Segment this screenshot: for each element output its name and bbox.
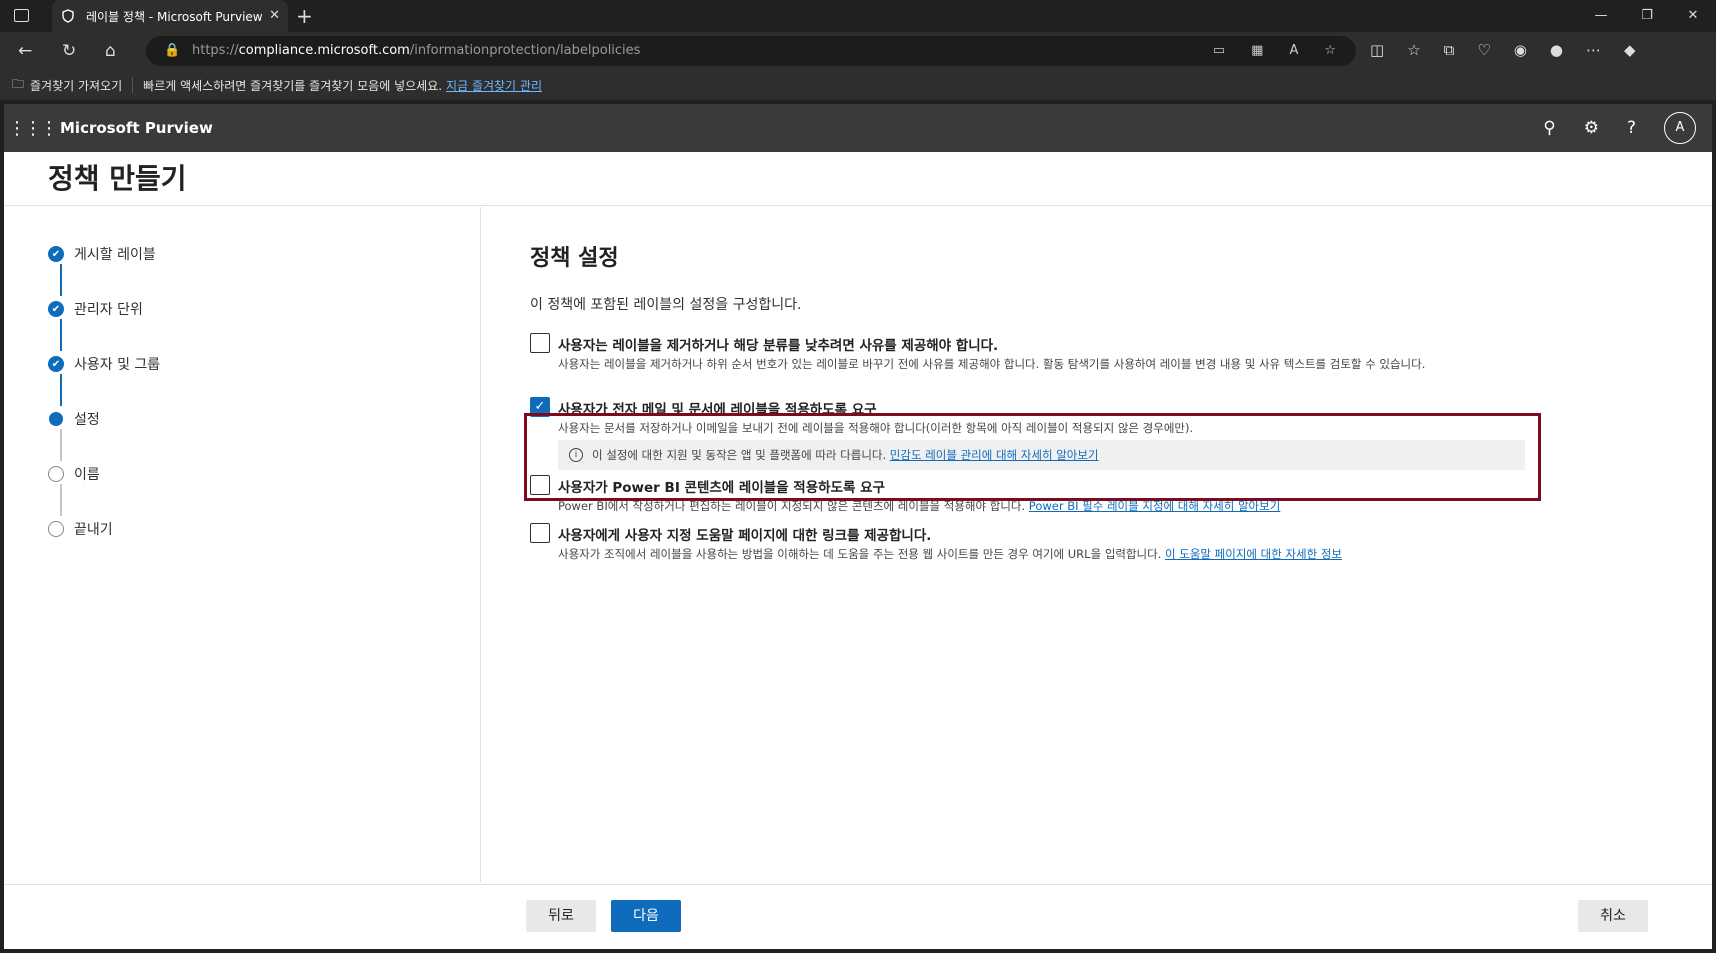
copilot-icon[interactable]: ◆ — [1624, 41, 1636, 59]
app-launcher-icon[interactable]: ⋮⋮⋮ — [4, 118, 60, 139]
current-step-dot-icon — [49, 412, 63, 426]
section-description: 이 정책에 포함된 레이블의 설정을 구성합니다. — [530, 297, 802, 313]
split-screen-icon[interactable]: ◫ — [1370, 41, 1384, 59]
refresh-icon[interactable]: ↻ — [62, 41, 76, 61]
step-users-groups[interactable]: ✔ 사용자 및 그룹 — [48, 354, 160, 374]
settings-gear-icon[interactable]: ⚙ — [1584, 118, 1599, 138]
step-label: 끝내기 — [74, 522, 113, 538]
wizard-stepper: ✔ 게시할 레이블 ✔ 관리자 단위 ✔ 사용자 및 그룹 설정 이름 끝내기 — [4, 207, 481, 882]
url-prefix: https:// — [192, 43, 239, 58]
tab-actions-icon[interactable] — [14, 9, 29, 22]
browser-tab[interactable]: 레이블 정책 - Microsoft Purview ✕ — [52, 0, 288, 32]
checkmark-icon: ✔ — [48, 246, 64, 262]
option-description-text: 사용자가 조직에서 레이블을 사용하는 방법을 이해하는 데 도움을 주는 전용… — [558, 547, 1162, 561]
step-connector — [60, 374, 62, 406]
community-icon[interactable]: ⚲ — [1543, 118, 1555, 138]
url-path: /informationprotection/labelpolicies — [409, 43, 641, 58]
favorite-star-icon[interactable]: ☆ — [1324, 36, 1336, 66]
collections-icon[interactable]: ⧉ — [1444, 41, 1455, 59]
restore-icon[interactable]: ❐ — [1624, 0, 1670, 32]
browser-essentials-icon[interactable]: ♡ — [1477, 41, 1490, 59]
home-icon[interactable]: ⌂ — [105, 41, 116, 61]
profile-icon[interactable]: ● — [1550, 41, 1563, 59]
justify-removal-checkbox[interactable] — [530, 333, 550, 353]
highlight-box — [524, 413, 1541, 501]
folder-icon: 🗀 — [12, 76, 25, 91]
wizard-footer: 뒤로 다음 취소 — [4, 884, 1712, 949]
bookmarks-hint: 빠르게 액세스하려면 즐겨찾기를 즐겨찾기 모음에 넣으세요. — [143, 78, 443, 93]
brand-name[interactable]: Microsoft Purview — [60, 119, 213, 137]
more-options-icon[interactable]: ⋯ — [1586, 41, 1601, 59]
divider — [132, 77, 134, 93]
page-title: 정책 만들기 — [4, 152, 1712, 206]
step-connector — [60, 429, 62, 461]
next-button[interactable]: 다음 — [611, 900, 681, 932]
back-arrow-icon[interactable]: ← — [18, 41, 32, 61]
option-description: 사용자가 조직에서 레이블을 사용하는 방법을 이해하는 데 도움을 주는 전용… — [558, 546, 1342, 563]
option-title: 사용자에게 사용자 지정 도움말 페이지에 대한 링크를 제공합니다. — [558, 528, 932, 544]
option-title: 사용자는 레이블을 제거하거나 해당 분류를 낮추려면 사유를 제공해야 합니다… — [558, 338, 999, 354]
address-bar[interactable]: 🔒 https://compliance.microsoft.com/infor… — [146, 36, 1356, 66]
edge-icon[interactable]: ◉ — [1514, 41, 1527, 59]
window-close-icon[interactable]: ✕ — [1670, 0, 1716, 32]
step-connector — [60, 319, 62, 351]
import-bookmarks-link[interactable]: 즐겨찾기 가져오기 — [30, 77, 122, 94]
step-label: 사용자 및 그룹 — [74, 357, 161, 373]
new-tab-icon[interactable]: + — [296, 4, 313, 28]
back-button[interactable]: 뒤로 — [526, 900, 596, 932]
avatar[interactable]: A — [1664, 112, 1696, 144]
shield-icon — [60, 8, 76, 24]
apps-grid-icon[interactable]: ▦ — [1251, 36, 1263, 66]
help-page-info-link[interactable]: 이 도움말 페이지에 대한 자세한 정보 — [1165, 547, 1342, 561]
step-label: 관리자 단위 — [74, 302, 143, 318]
minimize-icon[interactable]: — — [1578, 0, 1624, 32]
lock-icon: 🔒 — [164, 43, 181, 58]
section-heading: 정책 설정 — [530, 246, 619, 271]
powerbi-learn-more-link[interactable]: Power BI 필수 레이블 지정에 대해 자세히 알아보기 — [1029, 499, 1281, 513]
app-frame: ⋮⋮⋮ Microsoft Purview ⚲ ⚙ ? A 정책 만들기 ✔ 게… — [4, 104, 1712, 949]
read-aloud-icon[interactable]: A — [1289, 36, 1298, 66]
app-header: ⋮⋮⋮ Microsoft Purview ⚲ ⚙ ? A — [4, 104, 1712, 152]
checkmark-icon: ✔ — [48, 356, 64, 372]
option-description: 사용자는 레이블을 제거하거나 하위 순서 번호가 있는 레이블로 바꾸기 전에… — [558, 357, 1426, 371]
favorites-icon[interactable]: ☆ — [1407, 41, 1420, 59]
address-toolbar: ← ↻ ⌂ 🔒 https://compliance.microsoft.com… — [0, 32, 1716, 70]
step-label: 설정 — [74, 412, 100, 428]
bookmarks-bar: 🗀 즐겨찾기 가져오기 빠르게 액세스하려면 즐겨찾기를 즐겨찾기 모음에 넣으… — [0, 70, 1716, 100]
tab-title: 레이블 정책 - Microsoft Purview — [86, 9, 263, 24]
browser-titlebar: 레이블 정책 - Microsoft Purview ✕ + — ❐ ✕ — [0, 0, 1716, 32]
step-labels-to-publish[interactable]: ✔ 게시할 레이블 — [48, 244, 156, 264]
close-tab-icon[interactable]: ✕ — [269, 8, 280, 23]
step-name[interactable]: 이름 — [48, 464, 100, 484]
empty-circle-icon — [48, 521, 64, 537]
url-host: compliance.microsoft.com — [238, 43, 410, 58]
step-settings[interactable]: 설정 — [48, 409, 100, 429]
step-label: 이름 — [74, 467, 100, 483]
option-description-text: Power BI에서 작성하거나 편집하는 레이블이 지정되지 않은 콘텐츠에 … — [558, 499, 1026, 513]
checkmark-icon: ✔ — [48, 301, 64, 317]
empty-circle-icon — [48, 466, 64, 482]
step-connector — [60, 264, 62, 296]
cancel-button[interactable]: 취소 — [1578, 900, 1648, 932]
step-connector — [60, 484, 62, 516]
main-content: 정책 설정 이 정책에 포함된 레이블의 설정을 구성합니다. 사용자는 레이블… — [530, 207, 1630, 561]
manage-bookmarks-link[interactable]: 지금 즐겨찾기 관리 — [446, 77, 542, 94]
custom-help-checkbox[interactable] — [530, 523, 550, 543]
step-label: 게시할 레이블 — [74, 247, 156, 263]
app-available-icon[interactable]: ▭ — [1213, 36, 1225, 66]
step-admin-units[interactable]: ✔ 관리자 단위 — [48, 299, 143, 319]
step-finish[interactable]: 끝내기 — [48, 519, 113, 539]
help-icon[interactable]: ? — [1627, 118, 1636, 138]
